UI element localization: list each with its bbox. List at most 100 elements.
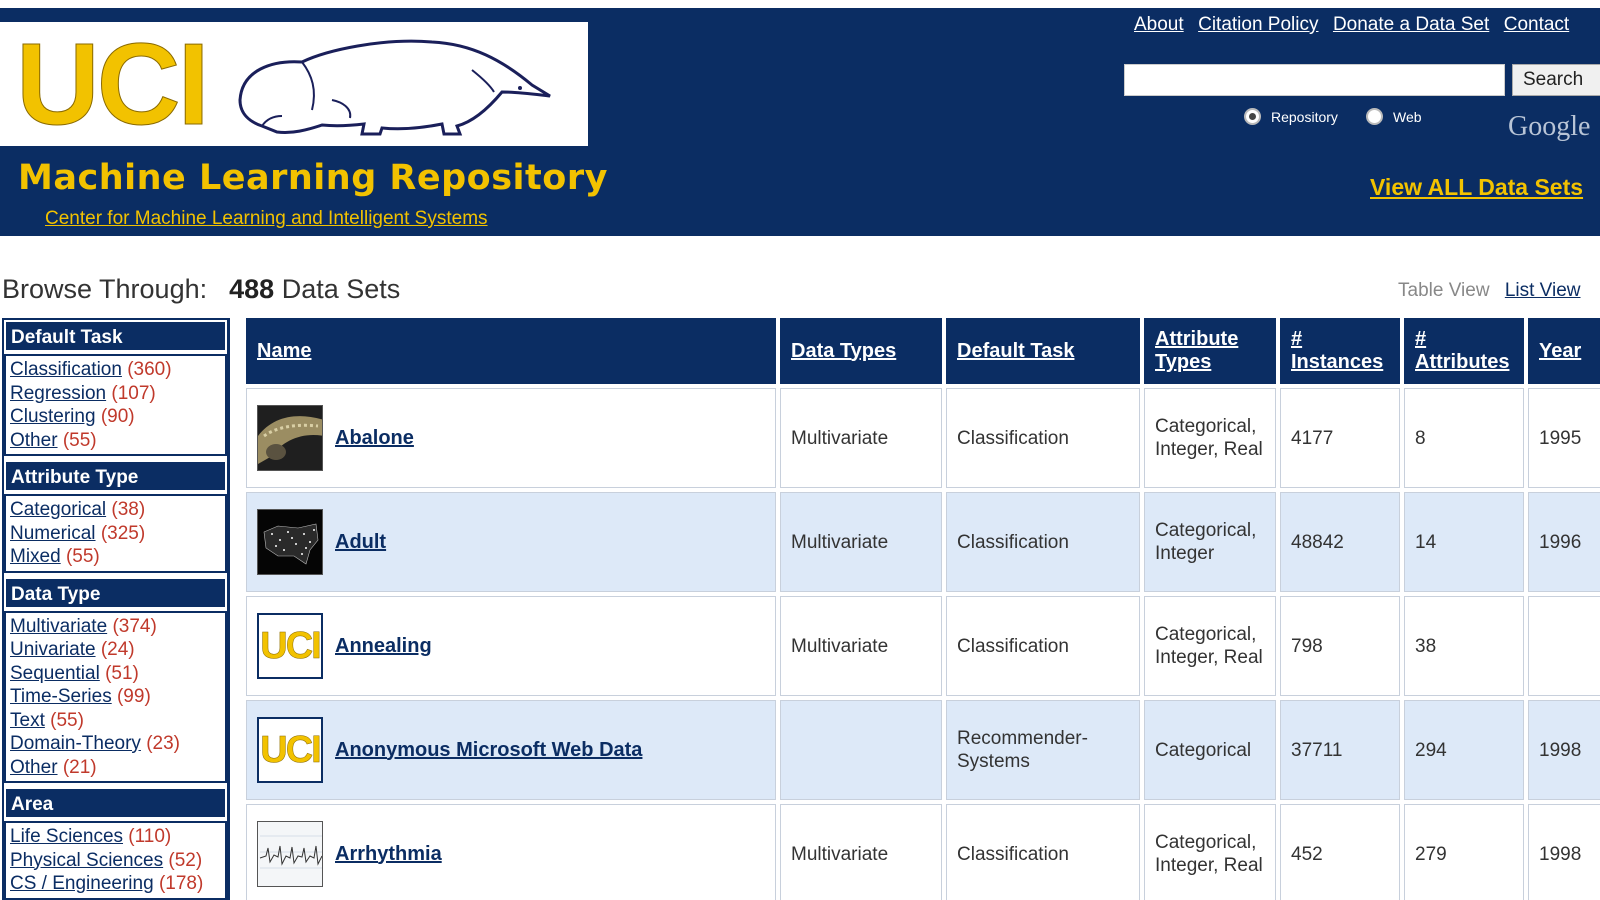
data-set-name-link[interactable]: Anonymous Microsoft Web Data	[335, 739, 642, 762]
search-input[interactable]	[1124, 64, 1505, 96]
donate-data-set-link[interactable]: Donate a Data Set	[1333, 14, 1489, 35]
data-sets-table-container: Name Data Types Default Task Attribute T…	[246, 318, 1600, 900]
filter-count: (178)	[158, 873, 204, 894]
filter-sequential-link[interactable]: Sequential	[10, 663, 100, 684]
sort-by-attributes-link[interactable]: # Attributes	[1415, 328, 1509, 373]
uci-logo-thumbnail-text: UCI	[260, 624, 321, 667]
center-link[interactable]: Center for Machine Learning and Intellig…	[45, 208, 488, 230]
column-header-year: Year	[1528, 318, 1600, 384]
filter-count: (374)	[112, 615, 157, 637]
filter-clustering-link[interactable]: Clustering	[10, 406, 96, 427]
column-header-default-task: Default Task	[946, 318, 1140, 384]
sort-by-data-types-link[interactable]: Data Types	[791, 340, 896, 362]
sidebar-item: CS / Engineering (178)	[10, 872, 221, 896]
view-toggle: Table View List View	[1398, 280, 1581, 302]
table-header-row: Name Data Types Default Task Attribute T…	[246, 318, 1600, 384]
google-logo: Google	[1508, 111, 1591, 142]
attributes-cell: 14	[1404, 492, 1524, 592]
filter-life-sciences-link[interactable]: Life Sciences	[10, 826, 123, 847]
filter-count: (110)	[128, 826, 172, 847]
filter-mixed-link[interactable]: Mixed	[10, 546, 61, 567]
sort-by-name-link[interactable]: Name	[257, 340, 311, 362]
sidebar-item: Other (55)	[10, 429, 221, 453]
column-header-attribute-types: Attribute Types	[1144, 318, 1276, 384]
filter-univariate-link[interactable]: Univariate	[10, 639, 96, 660]
filter-count: (55)	[50, 709, 84, 731]
attribute-types-cell: Categorical, Integer, Real	[1144, 388, 1276, 488]
browse-summary: Browse Through: 488 Data Sets	[2, 274, 400, 305]
default-task-cell: Recommender-Systems	[946, 700, 1140, 800]
filter-time-series-link[interactable]: Time-Series	[10, 686, 112, 707]
filter-count: (23)	[146, 733, 181, 754]
citation-policy-link[interactable]: Citation Policy	[1198, 14, 1318, 35]
usa-map-thumbnail[interactable]	[257, 509, 323, 575]
filter-multivariate-link[interactable]: Multivariate	[10, 616, 107, 637]
filter-data-type-other-link[interactable]: Other	[10, 757, 58, 778]
filter-categorical-link[interactable]: Categorical	[10, 499, 106, 520]
filter-count: (325)	[100, 522, 146, 544]
sort-by-year-link[interactable]: Year	[1539, 340, 1581, 362]
attributes-cell: 294	[1404, 700, 1524, 800]
table-row: Arrhythmia Multivariate Classification C…	[246, 804, 1600, 900]
uci-logo-thumbnail-text: UCI	[260, 728, 321, 771]
contact-link[interactable]: Contact	[1504, 14, 1569, 35]
uci-logo-thumbnail[interactable]: UCI	[257, 613, 323, 679]
filter-sidebar: Default Task Classification (360) Regres…	[2, 318, 230, 900]
sort-by-default-task-link[interactable]: Default Task	[957, 340, 1074, 362]
filter-count: (55)	[62, 429, 97, 451]
filter-count: (55)	[65, 546, 100, 567]
filter-count: (51)	[105, 662, 139, 684]
browse-label: Browse Through:	[2, 274, 208, 304]
name-cell: Arrhythmia	[246, 804, 776, 900]
abalone-thumbnail[interactable]	[257, 405, 323, 471]
column-header-data-types: Data Types	[780, 318, 942, 384]
sidebar-heading-default-task: Default Task	[4, 320, 227, 352]
name-cell: UCI Anonymous Microsoft Web Data	[246, 700, 776, 800]
uci-logo-thumbnail[interactable]: UCI	[257, 717, 323, 783]
sidebar-item: Regression (107)	[10, 382, 221, 406]
filter-task-other-link[interactable]: Other	[10, 430, 58, 451]
search-button[interactable]: Search	[1512, 64, 1600, 96]
data-types-cell: Multivariate	[780, 492, 942, 592]
about-link[interactable]: About	[1134, 14, 1184, 35]
name-cell: Adult	[246, 492, 776, 592]
filter-numerical-link[interactable]: Numerical	[10, 523, 96, 544]
filter-count: (21)	[62, 756, 97, 778]
filter-count: (52)	[168, 849, 203, 871]
table-view-label: Table View	[1398, 280, 1490, 301]
sort-by-instances-link[interactable]: # Instances	[1291, 328, 1383, 373]
filter-classification-link[interactable]: Classification	[10, 359, 122, 380]
name-cell: UCI Annealing	[246, 596, 776, 696]
ecg-chart-thumbnail[interactable]	[257, 821, 323, 887]
data-types-cell: Multivariate	[780, 388, 942, 488]
default-task-cell: Classification	[946, 388, 1140, 488]
filter-cs-engineering-link[interactable]: CS / Engineering	[10, 873, 154, 894]
sort-by-attribute-types-link[interactable]: Attribute Types	[1155, 328, 1238, 373]
radio-repository-option[interactable]: Repository	[1244, 108, 1338, 125]
list-view-link[interactable]: List View	[1505, 280, 1581, 301]
table-row: Abalone Multivariate Classification Cate…	[246, 388, 1600, 488]
radio-web[interactable]	[1366, 108, 1383, 125]
radio-repository[interactable]	[1244, 108, 1261, 125]
view-all-data-sets-link[interactable]: View ALL Data Sets	[1370, 174, 1583, 201]
year-cell	[1528, 596, 1600, 696]
filter-physical-sciences-link[interactable]: Physical Sciences	[10, 850, 163, 871]
radio-web-option[interactable]: Web	[1366, 108, 1422, 125]
uci-logo[interactable]: UCI	[0, 22, 588, 146]
table-row: Adult Multivariate Classification Catego…	[246, 492, 1600, 592]
filter-domain-theory-link[interactable]: Domain-Theory	[10, 733, 141, 754]
filter-text-link[interactable]: Text	[10, 710, 45, 731]
sidebar-item: Mixed (55)	[10, 545, 221, 569]
default-task-cell: Classification	[946, 804, 1140, 900]
data-set-name-link[interactable]: Adult	[335, 531, 386, 554]
data-set-name-link[interactable]: Arrhythmia	[335, 843, 442, 866]
site-header: UCI Machine Learning Repository Center f…	[0, 8, 1600, 236]
filter-regression-link[interactable]: Regression	[10, 383, 106, 404]
table-row: UCI Anonymous Microsoft Web Data Recomme…	[246, 700, 1600, 800]
data-set-count-suffix: Data Sets	[281, 274, 401, 304]
top-nav: About Citation Policy Donate a Data Set …	[1134, 14, 1579, 36]
name-cell: Abalone	[246, 388, 776, 488]
data-set-name-link[interactable]: Abalone	[335, 427, 414, 450]
sidebar-item: Time-Series (99)	[10, 685, 221, 709]
data-set-name-link[interactable]: Annealing	[335, 635, 432, 658]
